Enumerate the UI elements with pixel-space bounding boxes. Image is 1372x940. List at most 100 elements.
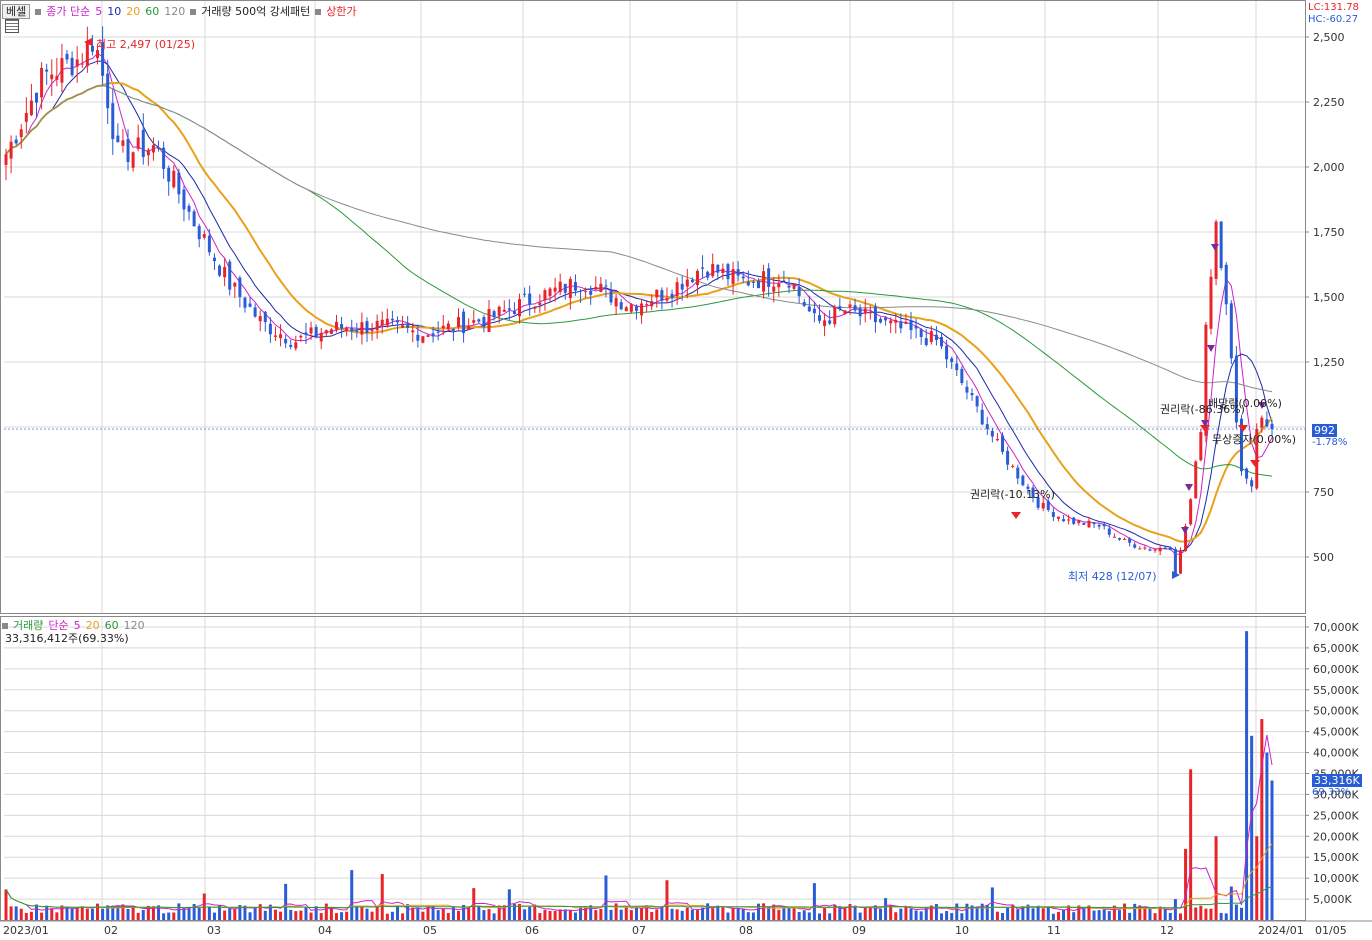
volume-bar <box>721 907 725 920</box>
candle-body <box>334 321 338 330</box>
volume-tick-label: 5,000K <box>1313 893 1352 906</box>
volume-bar <box>945 911 949 920</box>
volume-bar <box>70 908 74 920</box>
volume-bar <box>711 908 715 920</box>
volume-bar <box>1250 735 1254 920</box>
candle-body <box>1117 537 1121 540</box>
candle-body <box>340 323 344 329</box>
candle-body <box>879 318 883 323</box>
candle-body <box>929 331 933 343</box>
candle-body <box>1082 522 1086 525</box>
candle-body <box>426 335 430 337</box>
volume-bar <box>1224 913 1228 920</box>
volume-bar <box>919 911 923 920</box>
ma20-label[interactable]: 20 <box>126 5 140 18</box>
candle-body <box>741 276 745 279</box>
limit-up-label[interactable]: 상한가 <box>326 5 356 18</box>
candle-body <box>543 290 547 301</box>
volume-bar <box>523 909 527 920</box>
volume-pattern-label[interactable]: 거래량 500억 강세패턴 <box>201 5 310 18</box>
volume-bar <box>1260 719 1264 920</box>
candle-body <box>284 338 288 344</box>
volume-bar <box>690 909 694 920</box>
volume-bar <box>1265 752 1269 920</box>
candle-body <box>370 330 374 332</box>
volume-bar <box>782 907 786 920</box>
ma10-label[interactable]: 10 <box>107 5 121 18</box>
candle-body <box>1041 503 1045 509</box>
price-tick-label: 2,250 <box>1313 96 1345 109</box>
volume-bar <box>177 903 181 920</box>
volume-bar <box>355 905 359 920</box>
candle-body <box>1245 468 1249 479</box>
volume-bar <box>751 912 755 920</box>
date-tick-label: 07 <box>632 924 646 937</box>
candle-body <box>157 147 161 149</box>
volume-bar <box>894 912 898 920</box>
volume-bar <box>126 908 130 920</box>
candle-body <box>1021 475 1025 486</box>
candle-body <box>797 287 801 297</box>
candle-body <box>436 331 440 333</box>
ma60-label[interactable]: 60 <box>145 5 159 18</box>
candle-body <box>202 234 206 238</box>
volume-bar <box>731 908 735 920</box>
panel-button[interactable]: 베셀 <box>2 4 31 19</box>
candle-body <box>29 100 33 116</box>
candle-body <box>345 328 349 332</box>
ma5-label[interactable]: 5 <box>95 5 102 18</box>
candle-body <box>823 320 827 326</box>
candle-body <box>756 280 760 289</box>
candle-body <box>955 363 959 371</box>
volume-bar <box>253 907 257 920</box>
volume-tick-label: 25,000K <box>1313 809 1359 822</box>
rights-oct-annotation: 권리락(-10.13%) <box>970 488 1055 501</box>
ma-label[interactable]: 종가 단순 <box>46 5 90 18</box>
candle-body <box>111 103 115 140</box>
candle-body <box>248 303 252 307</box>
volume-tick-label: 60,000K <box>1313 663 1359 676</box>
candle-body <box>812 308 816 314</box>
square-icon <box>2 623 8 629</box>
candle-body <box>233 282 237 287</box>
candle-body <box>1077 520 1081 524</box>
volume-bar <box>233 909 237 920</box>
candle-body <box>121 140 125 146</box>
candle-body <box>904 322 908 324</box>
price-tick-label: 1,750 <box>1313 226 1345 239</box>
volume-bar <box>1184 848 1188 920</box>
low-annotation: 최저 428 (12/07) <box>1068 570 1157 583</box>
candle-body <box>1097 525 1101 527</box>
candle-body <box>985 424 989 429</box>
volume-bar <box>1046 906 1050 920</box>
candle-body <box>1143 547 1147 549</box>
date-tick-label: 2023/01 <box>3 924 49 937</box>
candle-body <box>1072 517 1076 524</box>
volume-bar <box>212 912 216 920</box>
volume-bar <box>990 887 994 920</box>
candle-body <box>187 205 191 212</box>
candle-body <box>350 328 354 332</box>
volume-bar <box>543 909 547 920</box>
volume-bar <box>334 913 338 920</box>
candle-body <box>1087 520 1091 528</box>
candle-body <box>304 332 308 335</box>
candle-body <box>1265 419 1269 427</box>
candle-body <box>106 73 110 109</box>
candle-body <box>945 345 949 360</box>
volume-bar <box>294 911 298 920</box>
candle-body <box>85 42 89 67</box>
ma120-label[interactable]: 120 <box>164 5 185 18</box>
candle-body <box>1163 547 1167 549</box>
candle-body <box>457 317 461 328</box>
candle-body <box>568 279 572 299</box>
candle-body <box>884 317 888 321</box>
candle-body <box>355 330 359 332</box>
volume-bar <box>1128 912 1132 920</box>
candle-body <box>441 325 445 329</box>
volume-bar <box>14 906 18 920</box>
volume-change: 69.33% <box>1312 787 1351 798</box>
candle-body <box>395 320 399 323</box>
table-icon[interactable] <box>5 19 19 33</box>
stock-chart[interactable]: 2,500 2,250 2,000 1,750 1,500 1,250 750 500 70,… <box>0 0 1372 940</box>
